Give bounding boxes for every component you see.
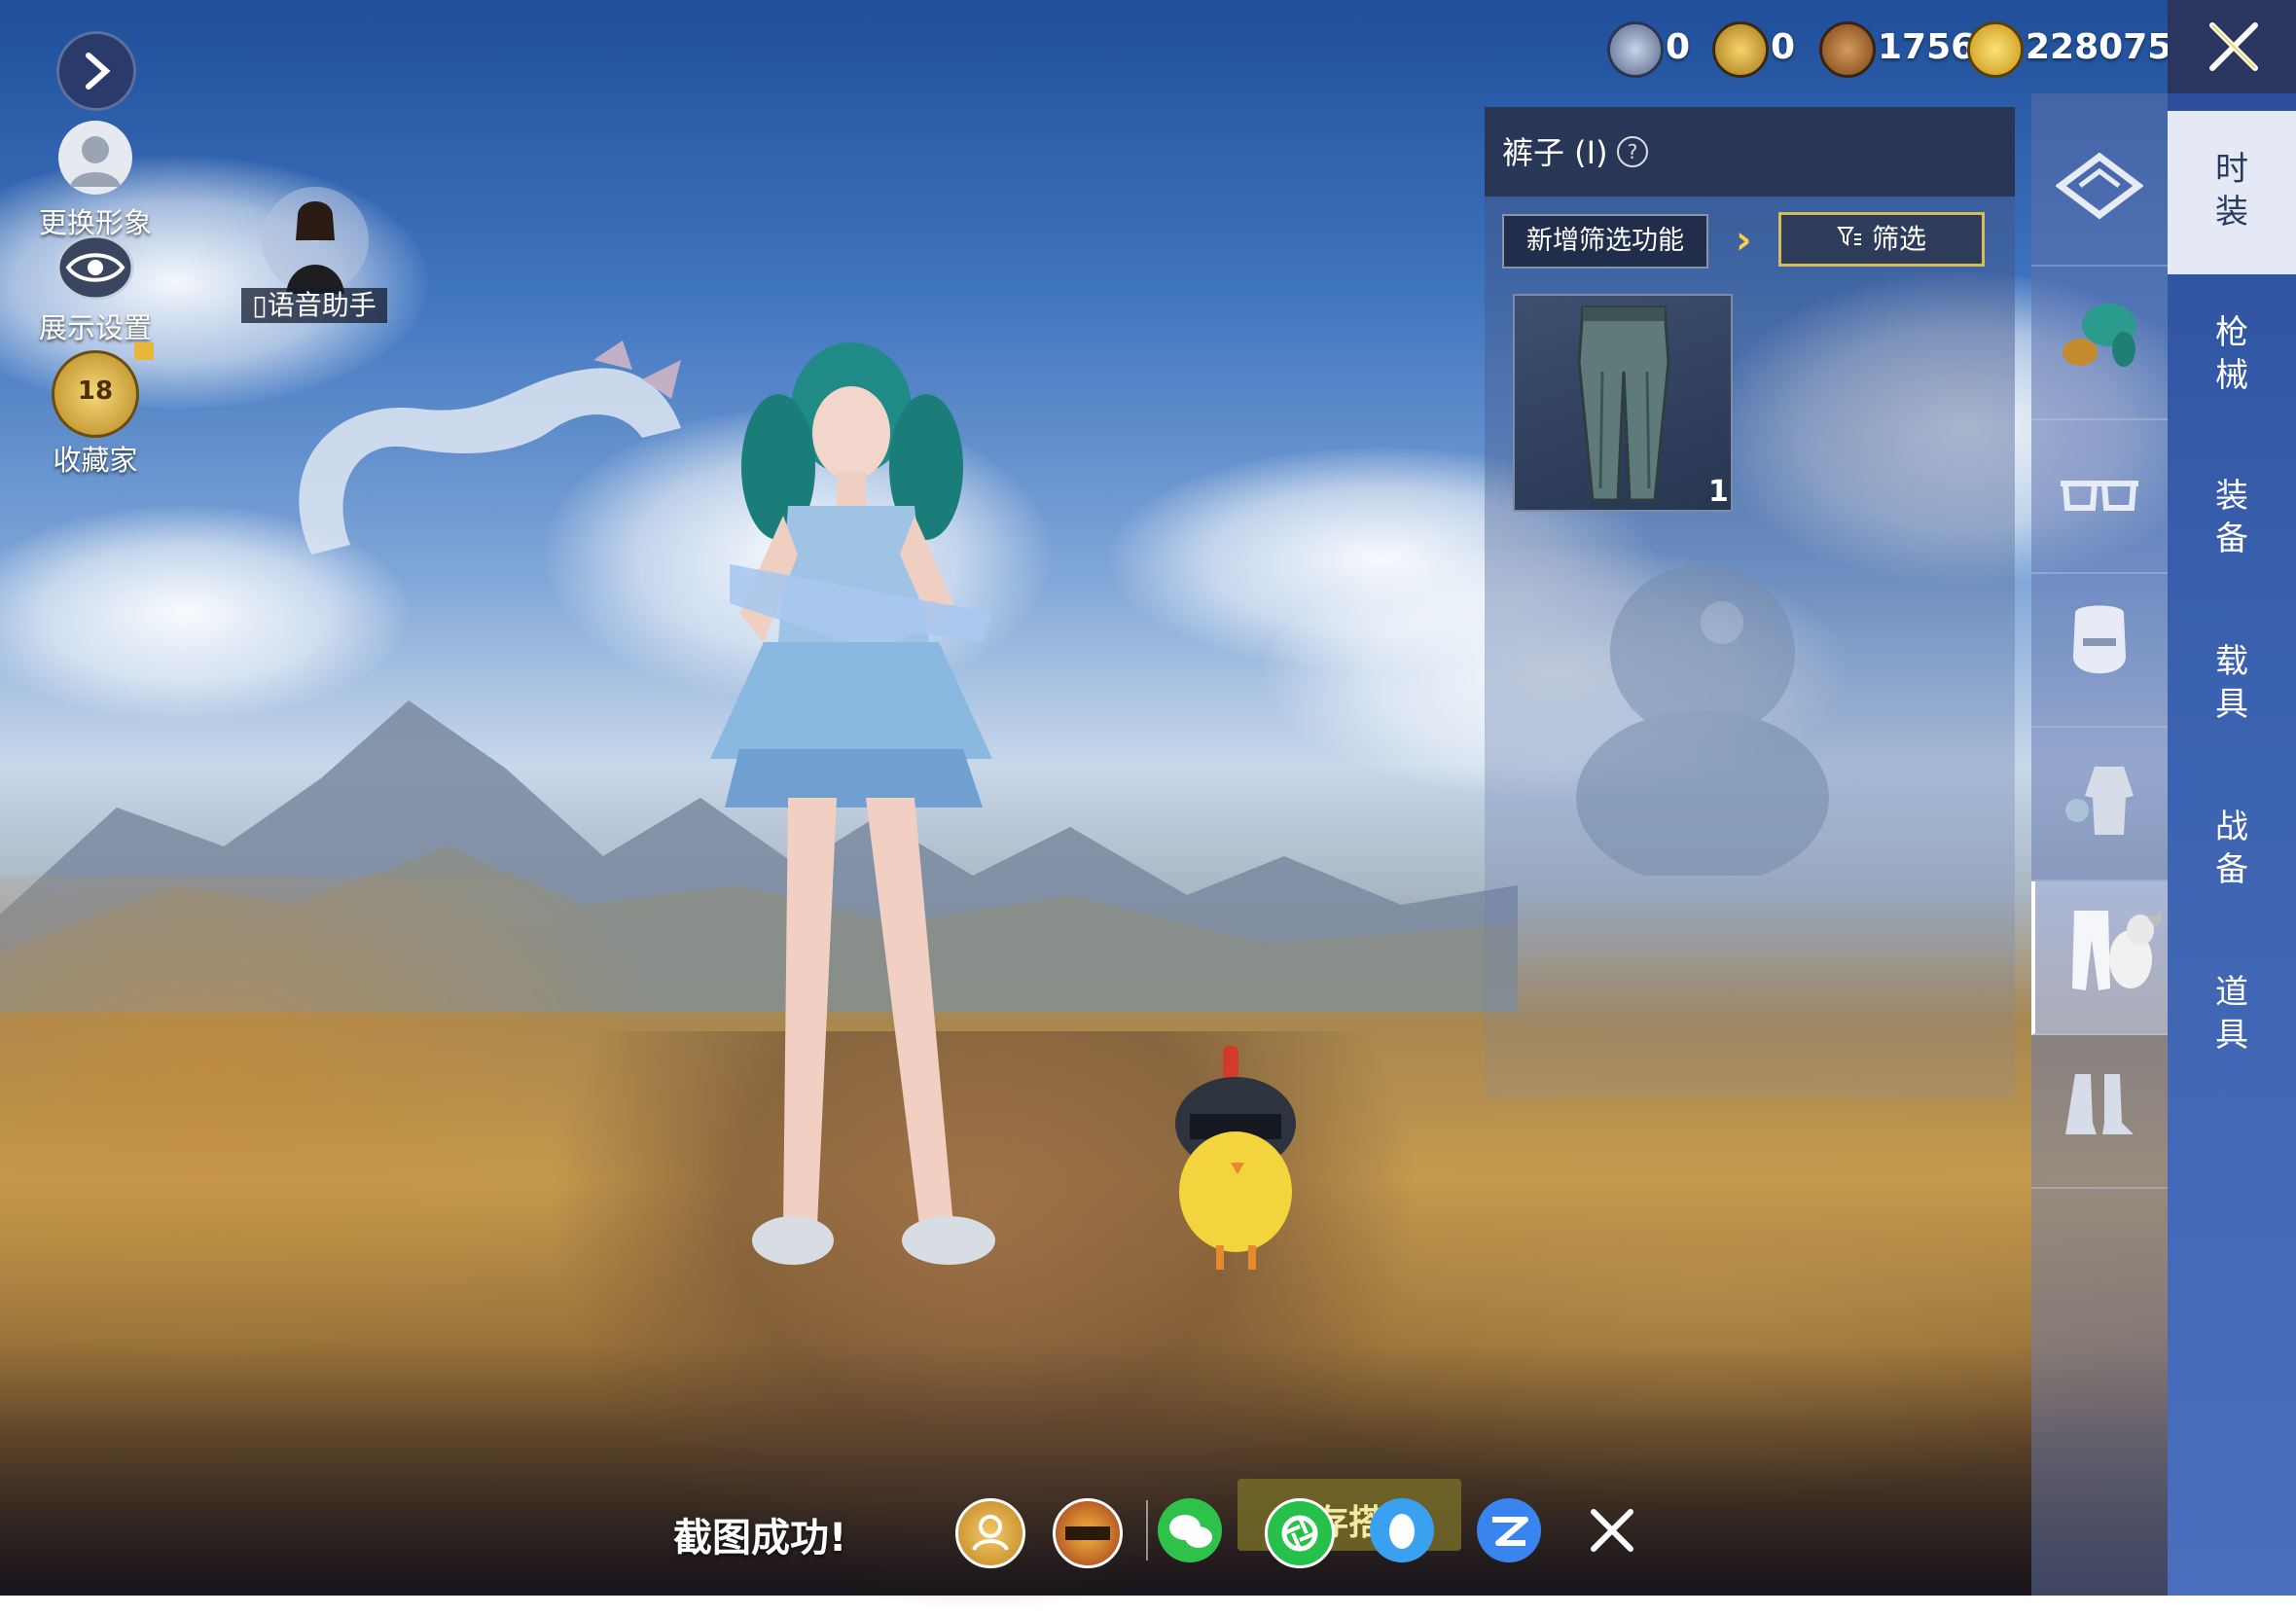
- microphone-icon: ▯: [252, 289, 268, 321]
- chevron-right-icon: [86, 53, 111, 90]
- display-settings-button[interactable]: 展示设置: [29, 233, 161, 346]
- assistant-avatar: [262, 187, 369, 294]
- expand-menu-button[interactable]: [56, 31, 136, 111]
- screenshot-success-toast: 截图成功!: [673, 1516, 847, 1561]
- tab-items[interactable]: 道 具: [2168, 934, 2296, 1097]
- cat-shoes-icon: [2065, 1074, 2134, 1134]
- new-filter-feature-label[interactable]: 新增筛选功能: [1502, 214, 1708, 269]
- help-icon[interactable]: ?: [1617, 136, 1648, 167]
- qq-penguin-icon: [1389, 1514, 1415, 1549]
- category-shoes[interactable]: [2031, 1035, 2168, 1189]
- tab-equipment[interactable]: 装 备: [2168, 438, 2296, 601]
- tab-equipment-bottom: 备: [2215, 520, 2248, 558]
- share-wechat-button[interactable]: [1158, 1498, 1222, 1562]
- pet-chick: [1175, 1046, 1296, 1270]
- share-game-logo-button[interactable]: [1053, 1498, 1123, 1568]
- tab-battle-gear[interactable]: 战 备: [2168, 769, 2296, 932]
- cat-top-icon: [2056, 152, 2143, 220]
- tab-items-top: 道: [2215, 973, 2248, 1012]
- tab-fashion-top: 时: [2215, 150, 2248, 189]
- aperture-icon: [1281, 1515, 1318, 1552]
- share-qzone-button[interactable]: [1477, 1498, 1541, 1562]
- tab-vehicles[interactable]: 载 具: [2168, 603, 2296, 767]
- category-mask[interactable]: [2031, 574, 2168, 728]
- voice-assistant-tag: ▯语音助手: [241, 288, 387, 323]
- close-icon: [1591, 1509, 1633, 1552]
- cat-mask-icon: [2073, 605, 2126, 674]
- share-moments-button[interactable]: [1265, 1498, 1335, 1568]
- tab-equipment-top: 装: [2215, 477, 2248, 516]
- gold-badge-icon: [1712, 21, 1769, 78]
- currency-bar: 0 0 1756 228075: [1582, 0, 2172, 93]
- tab-battle-gear-top: 战: [2215, 808, 2248, 846]
- panel-title: 裤子 (I): [1502, 134, 1608, 171]
- item-card-pants[interactable]: [1513, 294, 1733, 512]
- filter-button-label: 筛选: [1871, 223, 1926, 255]
- close-icon: [2209, 22, 2258, 71]
- filter-button[interactable]: 筛选: [1778, 212, 1985, 267]
- category-glasses[interactable]: [2031, 420, 2168, 574]
- collector-button[interactable]: 18 收藏家: [29, 342, 161, 479]
- tab-vehicles-top: 载: [2215, 642, 2248, 681]
- cat-suit-icon: [2065, 767, 2134, 835]
- change-look-button[interactable]: 更换形象: [29, 119, 161, 241]
- share-qq-button[interactable]: [1370, 1498, 1434, 1562]
- collector-badge-icon: 18: [52, 350, 139, 438]
- currency-gold-value: 0: [1771, 27, 1796, 67]
- display-settings-label: 展示设置: [38, 311, 152, 344]
- gift-icon: [134, 342, 154, 360]
- tab-weapons[interactable]: 枪 械: [2168, 274, 2296, 438]
- pants-item-image: [1577, 305, 1670, 502]
- avatar-silhouette-icon: [58, 121, 132, 195]
- eye-icon: [56, 234, 134, 301]
- voice-assistant-button[interactable]: ▯语音助手: [241, 187, 387, 323]
- lightning-coin-icon: [1967, 21, 2024, 78]
- bronze-coin-icon: [1819, 21, 1876, 78]
- tab-weapons-bottom: 械: [2215, 356, 2248, 395]
- collector-level: 18: [77, 377, 114, 406]
- tab-fashion[interactable]: 时 装: [2168, 111, 2296, 274]
- tab-weapons-top: 枪: [2215, 313, 2248, 352]
- tab-vehicles-bottom: 具: [2215, 685, 2248, 724]
- cat-glasses-icon: [2061, 481, 2138, 511]
- tab-fashion-bottom: 装: [2215, 193, 2248, 232]
- person-icon: [972, 1515, 1009, 1552]
- player-character: [710, 342, 995, 1265]
- qzone-icon: [1492, 1517, 1528, 1546]
- collector-label: 收藏家: [53, 444, 138, 477]
- currency-silver-value: 0: [1666, 27, 1691, 67]
- category-pants[interactable]: [2031, 881, 2168, 1035]
- voice-assistant-label: 语音助手: [267, 289, 377, 321]
- currency-lightning-value: 228075: [2026, 27, 2172, 67]
- silver-badge-icon: [1607, 21, 1664, 78]
- tab-battle-gear-bottom: 备: [2215, 850, 2248, 889]
- game-logo-icon: [1065, 1526, 1110, 1540]
- share-avatar-button[interactable]: [955, 1498, 1025, 1568]
- chevron-right-icon: ›: [1736, 218, 1752, 263]
- close-share-button[interactable]: [1580, 1498, 1644, 1562]
- currency-bronze-value: 1756: [1878, 27, 1976, 67]
- cat-hair-icon: [2063, 304, 2136, 367]
- tab-items-bottom: 具: [2215, 1016, 2248, 1055]
- funnel-icon: [1837, 227, 1861, 246]
- cat-pants-icon: [2072, 911, 2162, 990]
- wechat-icon: [1169, 1515, 1212, 1548]
- share-divider: [1146, 1500, 1148, 1561]
- category-suit[interactable]: [2031, 728, 2168, 881]
- category-hair[interactable]: [2031, 267, 2168, 420]
- item-count: 1: [1708, 475, 1729, 509]
- category-top[interactable]: [2031, 113, 2168, 267]
- close-button[interactable]: [2168, 0, 2296, 93]
